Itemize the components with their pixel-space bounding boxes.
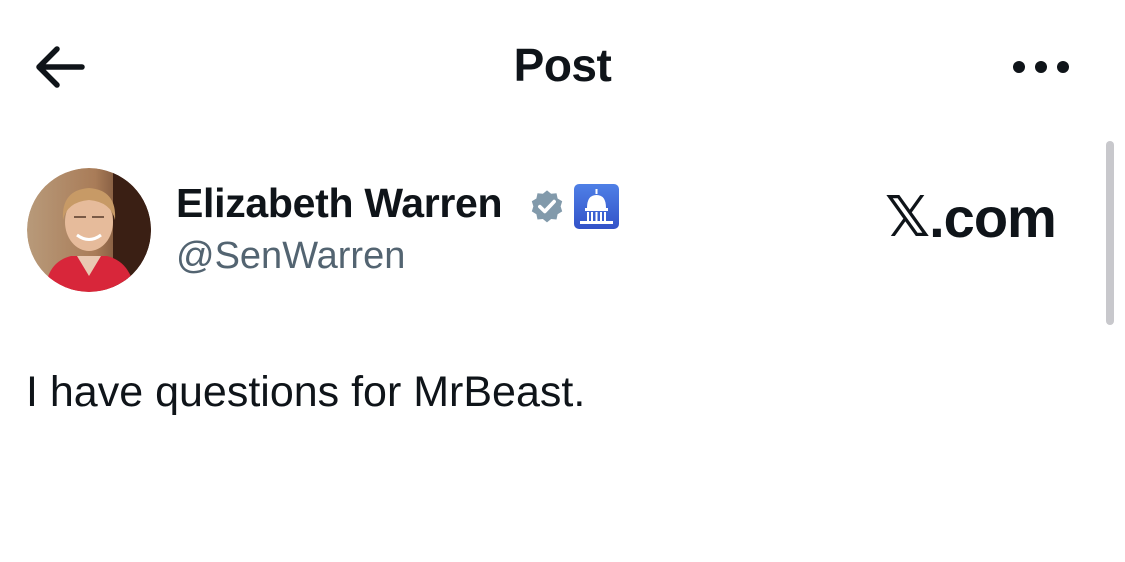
- more-options-button[interactable]: [1005, 44, 1077, 90]
- top-bar: Post: [0, 0, 1125, 134]
- more-horizontal-icon: [1013, 61, 1069, 73]
- back-button[interactable]: [30, 42, 90, 92]
- author-name[interactable]: Elizabeth Warren: [176, 180, 503, 227]
- page-title: Post: [513, 39, 612, 91]
- x-com-watermark: 𝕏 .com: [885, 185, 1057, 249]
- capitol-building-icon[interactable]: [574, 184, 619, 229]
- scrollbar[interactable]: [1106, 141, 1114, 325]
- watermark-suffix: .com: [929, 185, 1057, 249]
- x-logo-icon: 𝕏: [885, 185, 930, 248]
- post-text: I have questions for MrBeast.: [26, 368, 586, 416]
- arrow-left-icon: [36, 46, 85, 88]
- author-handle[interactable]: @SenWarren: [176, 235, 405, 278]
- verified-badge-icon: [531, 190, 563, 223]
- avatar[interactable]: [27, 168, 151, 292]
- profile-photo: [27, 168, 151, 292]
